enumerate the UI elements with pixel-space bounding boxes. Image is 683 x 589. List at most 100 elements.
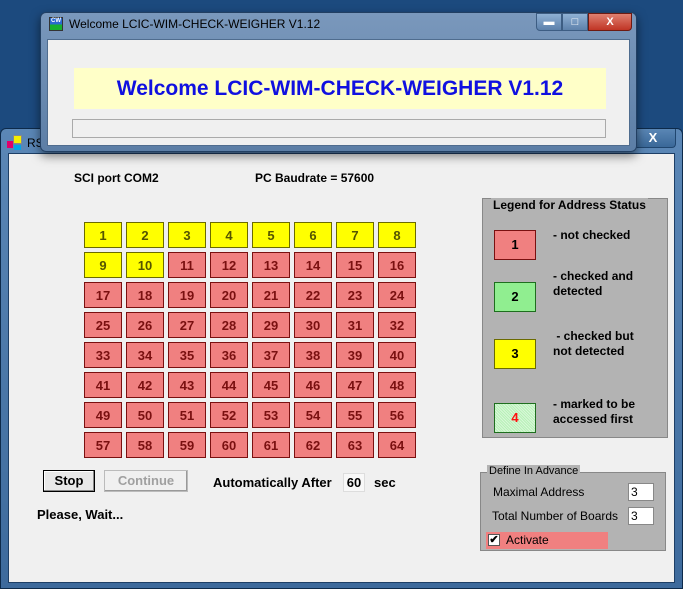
address-cell-5[interactable]: 5 bbox=[252, 222, 290, 248]
address-cell-2[interactable]: 2 bbox=[126, 222, 164, 248]
address-cell-12[interactable]: 12 bbox=[210, 252, 248, 278]
legend-swatch-not-checked: 1 bbox=[494, 230, 536, 260]
legend-swatch-access-first: 4 bbox=[494, 403, 536, 433]
address-cell-9[interactable]: 9 bbox=[84, 252, 122, 278]
welcome-title-bar: CW Welcome LCIC-WIM-CHECK-WEIGHER V1.12 bbox=[49, 17, 320, 31]
address-cell-43[interactable]: 43 bbox=[168, 372, 206, 398]
address-cell-64[interactable]: 64 bbox=[378, 432, 416, 458]
maximize-button[interactable]: □ bbox=[562, 13, 588, 31]
address-cell-61[interactable]: 61 bbox=[252, 432, 290, 458]
activate-label[interactable]: Activate bbox=[506, 533, 549, 547]
address-cell-58[interactable]: 58 bbox=[126, 432, 164, 458]
address-cell-1[interactable]: 1 bbox=[84, 222, 122, 248]
address-cell-34[interactable]: 34 bbox=[126, 342, 164, 368]
address-cell-29[interactable]: 29 bbox=[252, 312, 290, 338]
address-cell-50[interactable]: 50 bbox=[126, 402, 164, 428]
minimize-button[interactable]: ▬ bbox=[536, 13, 562, 31]
define-title: Define In Advance bbox=[487, 465, 581, 477]
address-cell-16[interactable]: 16 bbox=[378, 252, 416, 278]
address-cell-48[interactable]: 48 bbox=[378, 372, 416, 398]
address-cell-3[interactable]: 3 bbox=[168, 222, 206, 248]
legend-text-not-checked: - not checked bbox=[553, 228, 631, 242]
address-cell-30[interactable]: 30 bbox=[294, 312, 332, 338]
address-cell-26[interactable]: 26 bbox=[126, 312, 164, 338]
address-cell-35[interactable]: 35 bbox=[168, 342, 206, 368]
legend-text-not-detected-2: not detected bbox=[553, 344, 625, 358]
address-cell-37[interactable]: 37 bbox=[252, 342, 290, 368]
legend-swatch-detected: 2 bbox=[494, 282, 536, 312]
welcome-close-button[interactable]: X bbox=[588, 13, 632, 31]
address-cell-25[interactable]: 25 bbox=[84, 312, 122, 338]
address-cell-4[interactable]: 4 bbox=[210, 222, 248, 248]
address-cell-17[interactable]: 17 bbox=[84, 282, 122, 308]
address-cell-27[interactable]: 27 bbox=[168, 312, 206, 338]
welcome-banner: Welcome LCIC-WIM-CHECK-WEIGHER V1.12 bbox=[74, 68, 606, 109]
address-cell-20[interactable]: 20 bbox=[210, 282, 248, 308]
address-cell-18[interactable]: 18 bbox=[126, 282, 164, 308]
progress-bar bbox=[72, 119, 606, 138]
legend-groupbox: Legend for Address Status 1 - not checke… bbox=[482, 198, 668, 438]
address-cell-57[interactable]: 57 bbox=[84, 432, 122, 458]
address-cell-13[interactable]: 13 bbox=[252, 252, 290, 278]
welcome-client-area: Welcome LCIC-WIM-CHECK-WEIGHER V1.12 bbox=[47, 39, 630, 146]
define-in-advance-groupbox: Define In Advance Maximal Address 3 Tota… bbox=[480, 465, 666, 551]
address-cell-62[interactable]: 62 bbox=[294, 432, 332, 458]
address-cell-6[interactable]: 6 bbox=[294, 222, 332, 248]
legend-swatch-not-detected: 3 bbox=[494, 339, 536, 369]
address-cell-41[interactable]: 41 bbox=[84, 372, 122, 398]
main-window: RS X SCI port COM2 PC Baudrate = 57600 1… bbox=[0, 128, 683, 589]
address-cell-14[interactable]: 14 bbox=[294, 252, 332, 278]
address-cell-31[interactable]: 31 bbox=[336, 312, 374, 338]
welcome-dialog: CW Welcome LCIC-WIM-CHECK-WEIGHER V1.12 … bbox=[40, 12, 637, 152]
legend-text-detected-1: - checked and bbox=[553, 269, 634, 283]
max-address-label: Maximal Address bbox=[493, 485, 585, 499]
main-client-area: SCI port COM2 PC Baudrate = 57600 123456… bbox=[8, 153, 675, 583]
address-cell-10[interactable]: 10 bbox=[126, 252, 164, 278]
address-cell-32[interactable]: 32 bbox=[378, 312, 416, 338]
address-cell-38[interactable]: 38 bbox=[294, 342, 332, 368]
address-cell-53[interactable]: 53 bbox=[252, 402, 290, 428]
address-cell-28[interactable]: 28 bbox=[210, 312, 248, 338]
legend-title: Legend for Address Status bbox=[491, 198, 648, 212]
address-cell-7[interactable]: 7 bbox=[336, 222, 374, 248]
main-title-bar: RS bbox=[7, 133, 44, 153]
boards-input[interactable]: 3 bbox=[628, 507, 654, 525]
address-cell-52[interactable]: 52 bbox=[210, 402, 248, 428]
address-cell-8[interactable]: 8 bbox=[378, 222, 416, 248]
address-cell-46[interactable]: 46 bbox=[294, 372, 332, 398]
address-cell-21[interactable]: 21 bbox=[252, 282, 290, 308]
address-cell-15[interactable]: 15 bbox=[336, 252, 374, 278]
status-text: Please, Wait... bbox=[37, 507, 124, 522]
address-cell-39[interactable]: 39 bbox=[336, 342, 374, 368]
address-cell-60[interactable]: 60 bbox=[210, 432, 248, 458]
auto-seconds-field[interactable]: 60 bbox=[343, 473, 365, 492]
stop-button[interactable]: Stop bbox=[43, 470, 95, 492]
address-cell-33[interactable]: 33 bbox=[84, 342, 122, 368]
address-cell-55[interactable]: 55 bbox=[336, 402, 374, 428]
address-cell-63[interactable]: 63 bbox=[336, 432, 374, 458]
max-address-input[interactable]: 3 bbox=[628, 483, 654, 501]
address-cell-36[interactable]: 36 bbox=[210, 342, 248, 368]
legend-text-detected-2: detected bbox=[553, 284, 603, 298]
sci-port-label: SCI port COM2 bbox=[74, 171, 159, 185]
address-cell-44[interactable]: 44 bbox=[210, 372, 248, 398]
baudrate-label: PC Baudrate = 57600 bbox=[255, 171, 375, 185]
boards-label: Total Number of Boards bbox=[492, 509, 619, 523]
address-cell-47[interactable]: 47 bbox=[336, 372, 374, 398]
address-cell-22[interactable]: 22 bbox=[294, 282, 332, 308]
address-cell-24[interactable]: 24 bbox=[378, 282, 416, 308]
address-cell-11[interactable]: 11 bbox=[168, 252, 206, 278]
address-cell-59[interactable]: 59 bbox=[168, 432, 206, 458]
address-cell-40[interactable]: 40 bbox=[378, 342, 416, 368]
address-cell-23[interactable]: 23 bbox=[336, 282, 374, 308]
address-cell-49[interactable]: 49 bbox=[84, 402, 122, 428]
address-cell-19[interactable]: 19 bbox=[168, 282, 206, 308]
address-cell-42[interactable]: 42 bbox=[126, 372, 164, 398]
address-cell-56[interactable]: 56 bbox=[378, 402, 416, 428]
address-cell-54[interactable]: 54 bbox=[294, 402, 332, 428]
address-cell-45[interactable]: 45 bbox=[252, 372, 290, 398]
activate-checkbox[interactable]: ✔ bbox=[488, 534, 500, 546]
app-icon bbox=[7, 135, 23, 151]
address-cell-51[interactable]: 51 bbox=[168, 402, 206, 428]
continue-button[interactable]: Continue bbox=[104, 470, 188, 492]
